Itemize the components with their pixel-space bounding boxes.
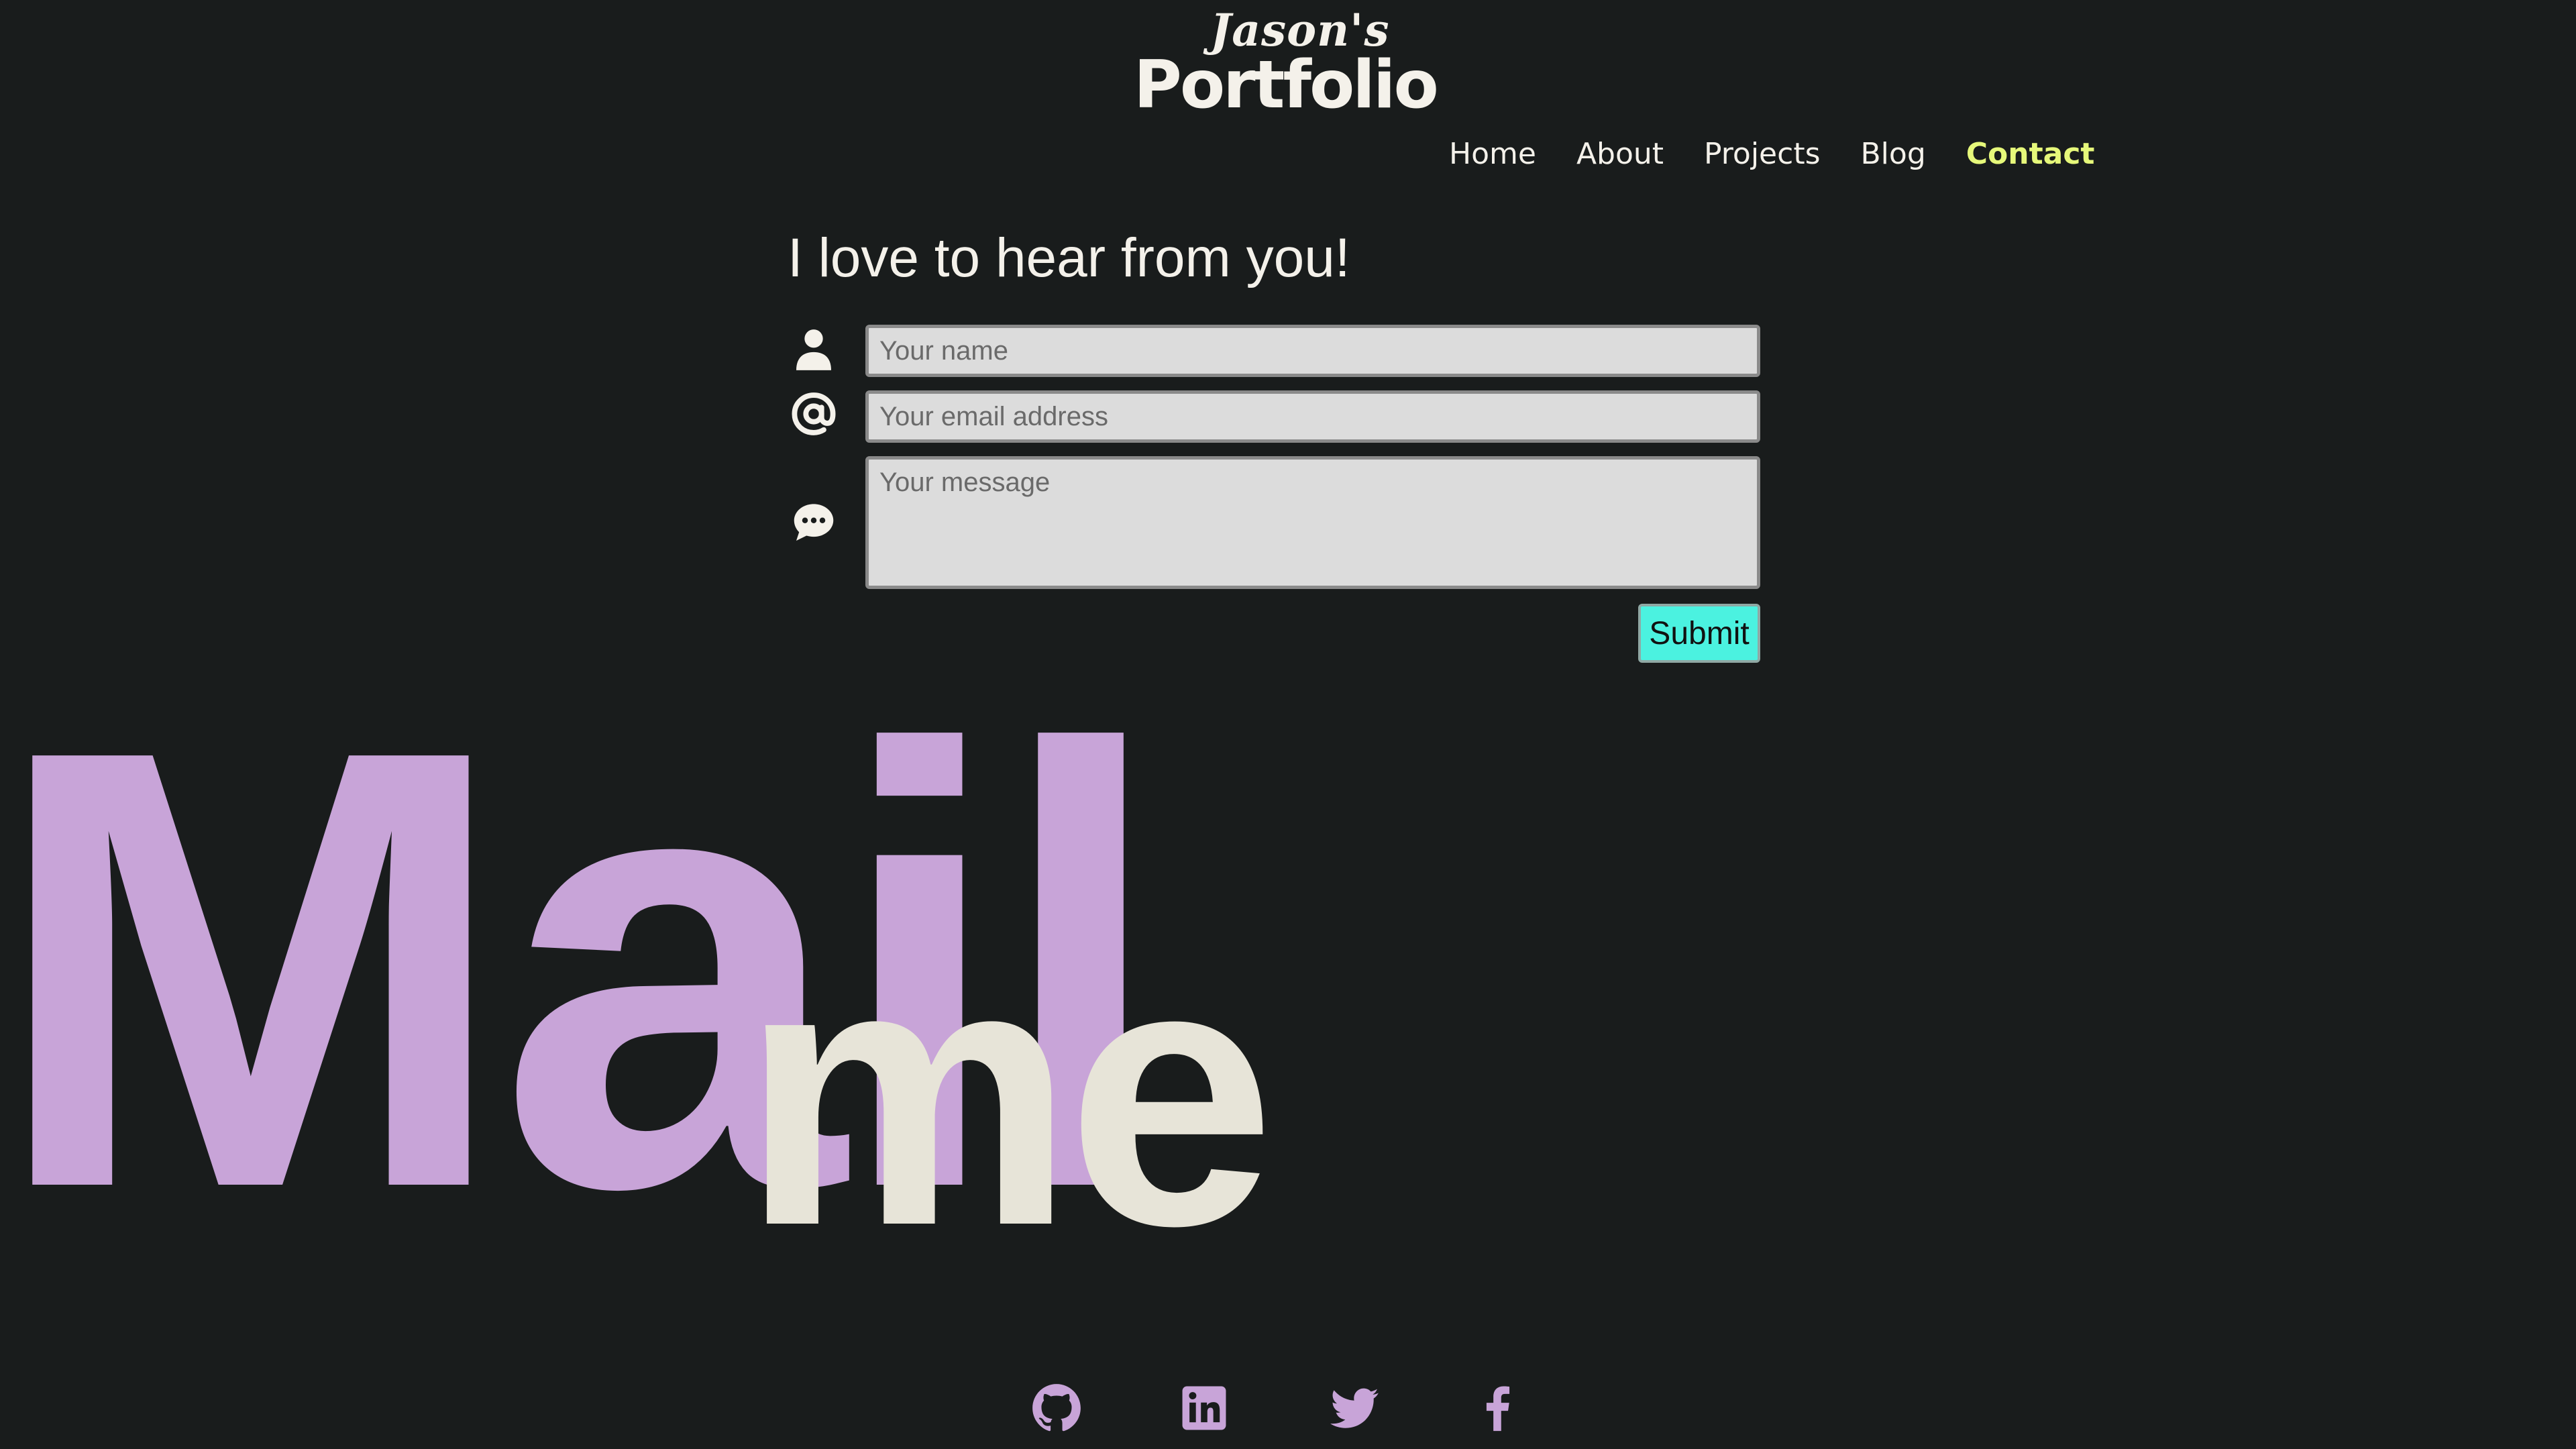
nav-item-projects[interactable]: Projects xyxy=(1704,137,1820,171)
name-input[interactable] xyxy=(865,325,1760,377)
hero-word-me: me xyxy=(741,883,1275,1303)
github-icon[interactable] xyxy=(1029,1381,1084,1436)
user-icon xyxy=(788,323,840,376)
facebook-icon[interactable] xyxy=(1470,1381,1525,1436)
main-nav: Home About Projects Blog Contact xyxy=(1449,137,2094,171)
submit-button[interactable]: Submit xyxy=(1638,604,1760,663)
chat-bubble-icon xyxy=(788,496,840,549)
message-textarea[interactable] xyxy=(865,456,1760,589)
contact-heading: I love to hear from you! xyxy=(788,227,1350,288)
nav-item-about[interactable]: About xyxy=(1576,137,1664,171)
nav-item-contact[interactable]: Contact xyxy=(1966,137,2095,171)
site-logo[interactable]: Jason's Portfolio xyxy=(1134,4,1439,123)
nav-item-blog[interactable]: Blog xyxy=(1861,137,1926,171)
at-icon xyxy=(788,388,840,440)
nav-item-home[interactable]: Home xyxy=(1449,137,1536,171)
logo-main-text: Portfolio xyxy=(1134,47,1439,123)
twitter-icon[interactable] xyxy=(1327,1381,1382,1436)
linkedin-icon[interactable] xyxy=(1177,1381,1232,1436)
email-input[interactable] xyxy=(865,390,1760,443)
